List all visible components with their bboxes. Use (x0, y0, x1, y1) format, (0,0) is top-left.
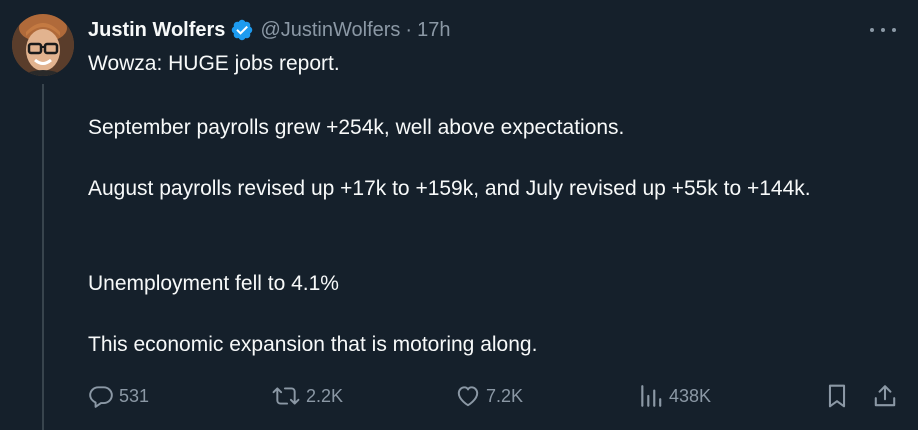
tweet-paragraph: August payrolls revised up +17k to +159k… (88, 177, 811, 200)
timestamp[interactable]: 17h (417, 17, 450, 43)
separator-dot: · (405, 19, 413, 41)
tweet-paragraph: Unemployment fell to 4.1% (88, 272, 339, 295)
more-options-button[interactable] (870, 18, 896, 42)
bookmark-button[interactable] (824, 381, 850, 411)
views-count: 438K (669, 385, 712, 406)
action-bar: 531 2.2K 7.2K 438K (88, 381, 908, 411)
tweet-paragraph: Wowza: HUGE jobs report. (88, 52, 340, 75)
more-dot-icon (881, 28, 885, 32)
more-dot-icon (870, 28, 874, 32)
verified-badge-icon[interactable] (230, 18, 254, 42)
retweet-count: 2.2K (306, 385, 344, 406)
thread-line (42, 84, 44, 430)
tweet-paragraph: This economic expansion that is motoring… (88, 333, 538, 356)
reply-button[interactable]: 531 (88, 381, 149, 411)
retweet-icon (272, 387, 300, 405)
views-button[interactable]: 438K (638, 381, 711, 411)
bookmark-icon (828, 384, 846, 408)
retweet-button[interactable]: 2.2K (271, 381, 343, 411)
tweet-header: Justin Wolfers @JustinWolfers · 17h (88, 17, 450, 43)
tweet-paragraph: September payrolls grew +254k, well abov… (88, 116, 625, 139)
more-dot-icon (892, 28, 896, 32)
profile-photo-icon (12, 14, 74, 76)
like-button[interactable]: 7.2K (455, 381, 523, 411)
share-icon (874, 385, 896, 407)
author-handle[interactable]: @JustinWolfers (260, 17, 400, 43)
like-count: 7.2K (486, 385, 524, 406)
reply-icon (89, 386, 113, 408)
analytics-icon (641, 385, 662, 407)
reply-count: 531 (119, 385, 150, 406)
heart-icon (457, 386, 479, 407)
avatar[interactable] (12, 14, 74, 76)
author-name[interactable]: Justin Wolfers (88, 17, 225, 43)
share-button[interactable] (872, 381, 898, 411)
